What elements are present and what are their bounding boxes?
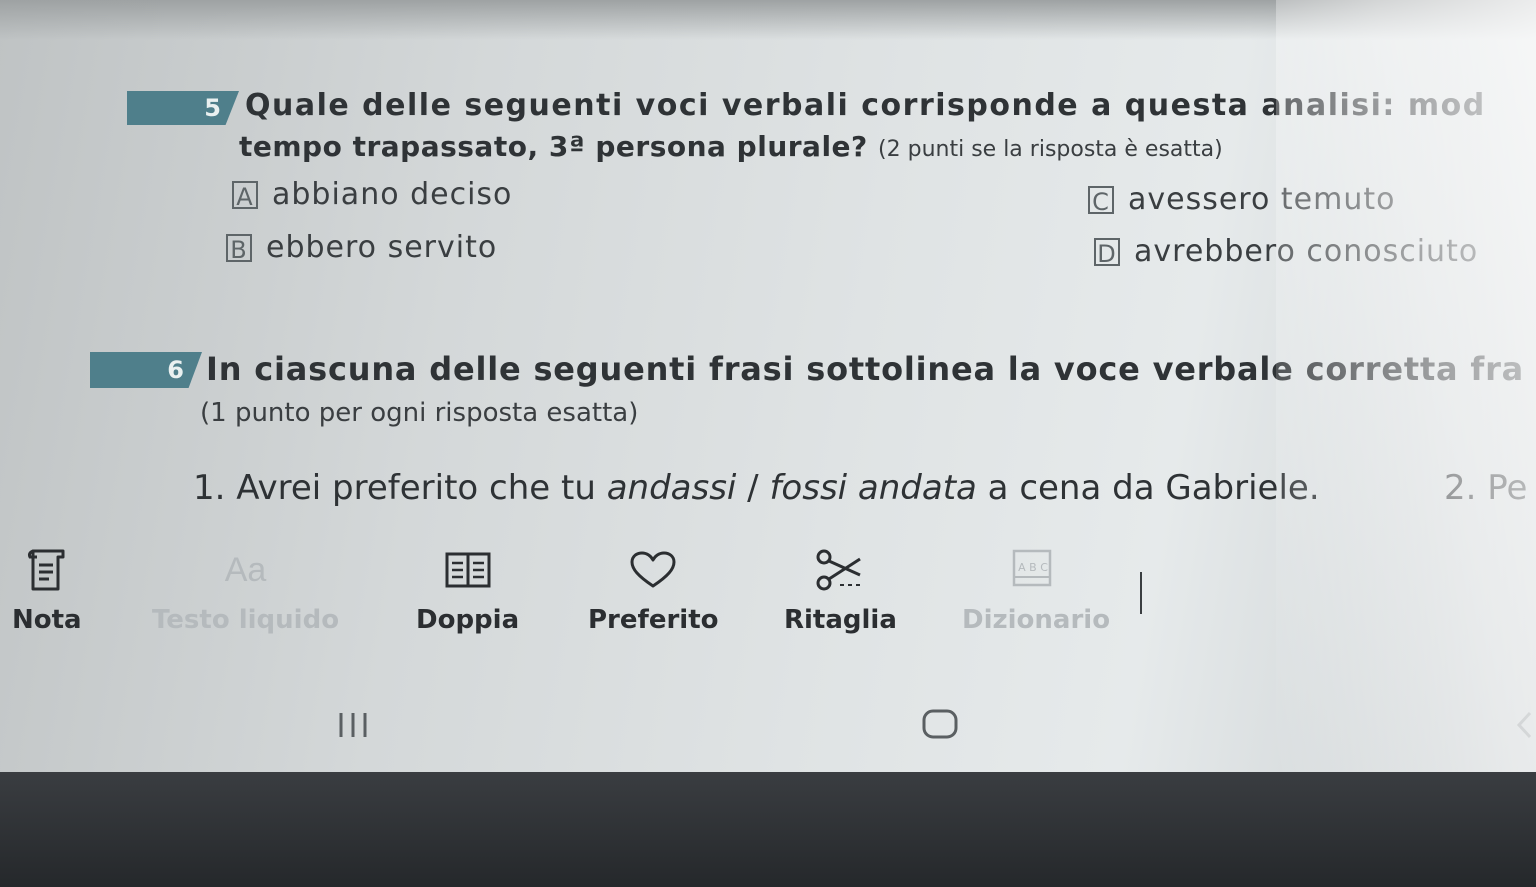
top-fade [0,0,1536,40]
scissors-icon [812,545,868,595]
sentence-1-end: a cena da Gabriele. [976,468,1320,508]
toolbar-doppia-label: Doppia [416,605,520,635]
option-c-text: avessero temuto [1128,182,1396,217]
toolbar-testo-liquido-label: Testo liquido [152,605,340,635]
dictionary-glyph: A B C [1018,560,1048,574]
question-5-badge: 5 [127,91,239,125]
option-d-text: avrebbero conosciuto [1134,234,1479,269]
device-bezel [0,772,1536,887]
question-5-subtitle: tempo trapassato, 3ª persona plurale? (2… [239,130,1223,163]
dictionary-icon: A B C [1008,545,1064,595]
sentence-1-start: 1. Avrei preferito che tu [193,468,607,508]
toolbar-ritaglia-label: Ritaglia [784,605,897,635]
option-a[interactable]: A abbiano deciso [232,177,512,212]
verb-choice-1[interactable]: andassi [607,468,737,508]
back-icon[interactable] [1514,710,1534,744]
verb-choice-2[interactable]: fossi andata [769,468,976,508]
note-icon [25,545,69,595]
toolbar-preferito-label: Preferito [588,605,719,635]
question-5-text: Quale delle seguenti voci verbali corris… [245,88,1486,123]
toolbar-preferito[interactable]: Preferito [588,545,718,635]
sentence-1: 1. Avrei preferito che tu andassi / foss… [193,468,1320,508]
question-5-points-note: (2 punti se la risposta è esatta) [878,137,1223,162]
text-aa-icon: Aa [225,545,267,595]
option-b-text: ebbero servito [266,230,498,265]
toolbar-nota[interactable]: Nota [12,545,82,635]
toolbar-nota-label: Nota [12,605,82,635]
question-6-text: In ciascuna delle seguenti frasi sottoli… [206,350,1525,388]
verb-separator: / [736,468,770,508]
heart-icon [628,545,678,595]
toolbar-dizionario-label: Dizionario [962,605,1111,635]
double-page-icon [443,545,493,595]
sentence-2-start: 2. Pe [1444,468,1528,508]
question-6-badge: 6 [90,352,202,388]
question-6-number: 6 [167,356,184,384]
option-b-letter: B [226,233,252,264]
option-a-letter: A [232,180,258,211]
toolbar-ritaglia[interactable]: Ritaglia [784,545,897,635]
text-aa-glyph: Aa [224,550,267,589]
sentence-2: 2. Pe [1444,468,1527,508]
recents-icon[interactable] [335,710,371,744]
toolbar-dizionario[interactable]: A B C Dizionario [962,545,1110,635]
tablet-screen: 5 Quale delle seguenti voci verbali corr… [0,0,1536,772]
toolbar-divider [1140,572,1142,614]
question-6-points-note: (1 punto per ogni risposta esatta) [200,398,639,428]
option-c[interactable]: C avessero temuto [1088,182,1395,217]
question-5-number: 5 [204,94,221,122]
toolbar-testo-liquido[interactable]: Aa Testo liquido [152,545,340,636]
option-d-letter: D [1094,237,1120,268]
question-5-analysis: tempo trapassato, 3ª persona plurale? [239,130,868,163]
toolbar-doppia[interactable]: Doppia [416,545,519,635]
option-d[interactable]: D avrebbero conosciuto [1094,234,1478,269]
option-b[interactable]: B ebbero servito [226,230,497,265]
option-a-text: abbiano deciso [272,177,513,212]
home-icon[interactable] [920,708,960,744]
option-c-letter: C [1088,185,1114,216]
